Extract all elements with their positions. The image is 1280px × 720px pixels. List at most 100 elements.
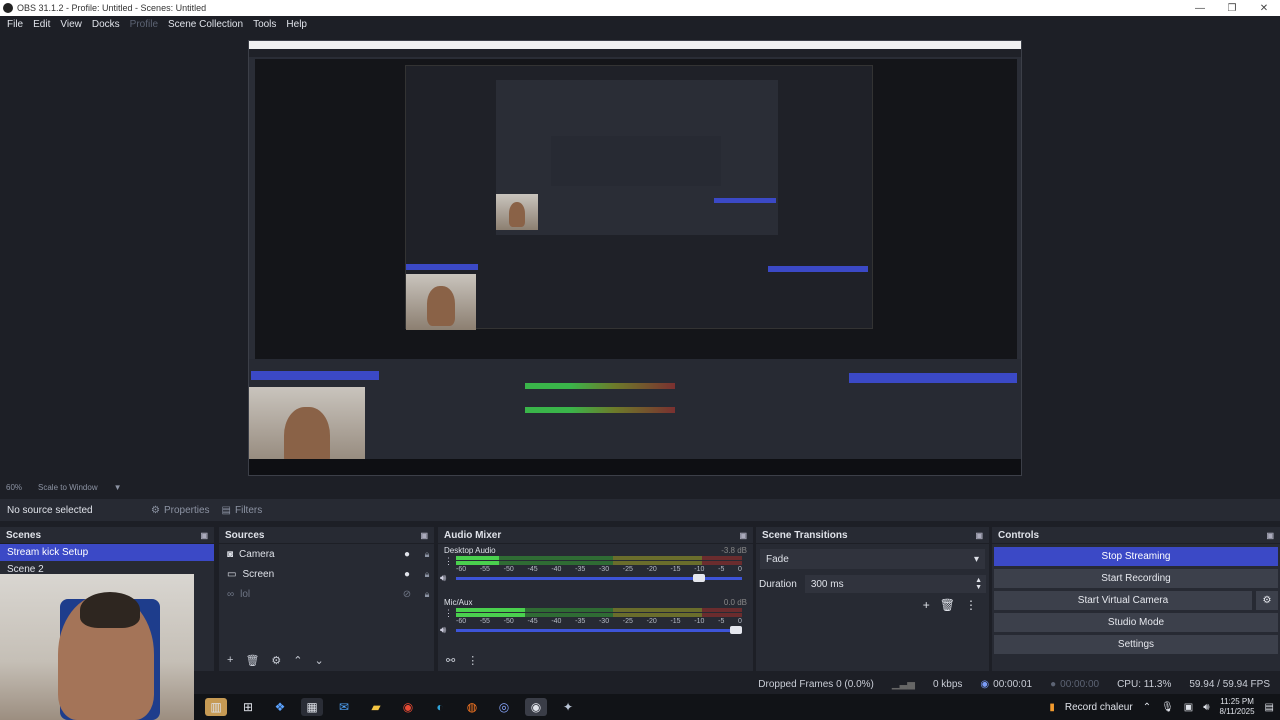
gear-icon[interactable]: ⚙ bbox=[1256, 591, 1278, 610]
menu-help[interactable]: Help bbox=[281, 19, 312, 30]
menu-view[interactable]: View bbox=[55, 19, 87, 30]
clock[interactable]: 11:25 PM 8/11/2025 bbox=[1220, 697, 1255, 717]
menu-scene-collection[interactable]: Scene Collection bbox=[163, 19, 248, 30]
browser-icon[interactable]: ◎ bbox=[493, 698, 515, 716]
popout-icon[interactable]: ▣ bbox=[200, 531, 208, 540]
scene-item[interactable]: Stream kick Setup bbox=[0, 544, 214, 561]
audio-mixer-dock: Audio Mixer ▣ Desktop Audio -3.8 dB ⋮ -60 -… bbox=[438, 527, 753, 671]
source-row[interactable]: ∞ lol ⊘ 🔒︎ bbox=[219, 584, 434, 604]
scale-tick: 0 bbox=[738, 566, 742, 573]
stop-streaming-button[interactable]: Stop Streaming bbox=[994, 547, 1278, 566]
eye-icon[interactable]: ● bbox=[400, 549, 414, 560]
volume-slider[interactable] bbox=[456, 626, 742, 634]
menu-edit[interactable]: Edit bbox=[28, 19, 55, 30]
notifications-icon[interactable]: ▤ bbox=[1265, 702, 1274, 713]
network-icon[interactable]: ▣ bbox=[1184, 702, 1193, 713]
source-row[interactable]: ◙ Camera ● 🔒︎ bbox=[219, 544, 434, 564]
kebab-menu-icon[interactable]: ⋮ bbox=[444, 608, 453, 619]
gear-icon[interactable]: ⚙ bbox=[271, 654, 281, 667]
link-icon[interactable]: ⚯ bbox=[446, 654, 455, 667]
settings-button[interactable]: Settings bbox=[994, 635, 1278, 654]
edge-icon[interactable]: ◐ bbox=[429, 698, 451, 716]
mixer-channel: Desktop Audio -3.8 dB ⋮ -60 -55 -50 -45 -40 -3… bbox=[438, 544, 753, 596]
eye-hidden-icon[interactable]: ⊘ bbox=[400, 589, 414, 600]
arrow-up-icon[interactable]: ⌃ bbox=[293, 654, 302, 667]
notification-text[interactable]: Record chaleur bbox=[1065, 702, 1133, 713]
scale-tick: -60 bbox=[456, 566, 467, 573]
popout-icon[interactable]: ▣ bbox=[739, 531, 747, 540]
menu-profile[interactable]: Profile bbox=[125, 19, 163, 30]
mixer-toolbar: ⚯ ⋮ bbox=[438, 649, 753, 671]
popout-icon[interactable]: ▣ bbox=[420, 531, 428, 540]
meter-level bbox=[456, 561, 499, 565]
kebab-menu-icon[interactable]: ⋮ bbox=[444, 556, 453, 567]
spin-arrows-icon[interactable]: ▲ ▼ bbox=[975, 577, 982, 591]
channel-db: 0.0 dB bbox=[723, 598, 747, 607]
studio-mode-button[interactable]: Studio Mode bbox=[994, 613, 1278, 632]
store-icon[interactable]: ▦ bbox=[301, 698, 323, 716]
task-view-icon[interactable]: ⊞ bbox=[237, 698, 259, 716]
folder-icon[interactable]: ▰ bbox=[365, 698, 387, 716]
kebab-menu-icon[interactable]: ⋮ bbox=[467, 654, 478, 667]
add-icon[interactable]: + bbox=[227, 654, 233, 666]
meter-segment bbox=[701, 613, 742, 617]
meter-segment bbox=[613, 561, 702, 565]
lock-icon[interactable]: 🔒︎ bbox=[420, 589, 434, 600]
minimize-button[interactable]: — bbox=[1184, 3, 1216, 14]
trash-icon[interactable]: 🗑︎ bbox=[245, 654, 259, 667]
arrow-down-icon[interactable]: ⌄ bbox=[315, 654, 324, 667]
speaker-icon[interactable]: 🔊︎ bbox=[440, 573, 446, 584]
start-virtual-camera-button[interactable]: Start Virtual Camera bbox=[994, 591, 1252, 610]
copilot-icon[interactable]: ❖ bbox=[269, 698, 291, 716]
volume-knob[interactable] bbox=[692, 574, 705, 582]
trash-icon[interactable]: 🗑︎ bbox=[940, 598, 955, 612]
properties-button[interactable]: ⚙ Properties bbox=[145, 505, 216, 516]
add-icon[interactable]: + bbox=[923, 598, 930, 612]
close-button[interactable]: ✕ bbox=[1248, 3, 1280, 14]
obs-icon[interactable]: ◉ bbox=[525, 698, 547, 716]
zoom-mode[interactable]: Scale to Window bbox=[38, 483, 98, 492]
chrome-icon[interactable]: ◉ bbox=[397, 698, 419, 716]
lock-icon[interactable]: 🔒︎ bbox=[420, 549, 434, 560]
channel-db: -3.8 dB bbox=[721, 546, 747, 555]
sources-dock: Sources ▣ ◙ Camera ● 🔒︎ ▭ Screen ● 🔒︎ ∞ l… bbox=[219, 527, 434, 671]
mixer-title: Audio Mixer bbox=[444, 529, 502, 541]
speaker-icon[interactable]: 🔊︎ bbox=[440, 625, 446, 636]
meter-segment bbox=[613, 556, 702, 560]
meter-scale: -60 -55 -50 -45 -40 -35 -30 -25 -20 -15 -10 -5 0 bbox=[456, 566, 742, 573]
monitor-icon: ▭ bbox=[227, 568, 237, 580]
scale-tick: -30 bbox=[598, 618, 610, 625]
mail-icon[interactable]: ✉ bbox=[333, 698, 355, 716]
popout-icon[interactable]: ▣ bbox=[1266, 531, 1274, 540]
maximize-button[interactable]: ❐ bbox=[1216, 3, 1248, 14]
steam-icon[interactable]: ✦ bbox=[557, 698, 579, 716]
kebab-menu-icon[interactable]: ⋮ bbox=[965, 598, 977, 612]
start-recording-button[interactable]: Start Recording bbox=[994, 569, 1278, 588]
popout-icon[interactable]: ▣ bbox=[975, 531, 983, 540]
transition-select[interactable]: Fade ▾ bbox=[760, 549, 985, 569]
duration-input[interactable]: 300 ms ▲ ▼ bbox=[804, 575, 986, 593]
filters-button[interactable]: ▤ Filters bbox=[216, 505, 269, 516]
meter-segment bbox=[701, 561, 742, 565]
volume-icon[interactable]: 🔊︎ bbox=[1203, 702, 1209, 713]
menu-tools[interactable]: Tools bbox=[248, 19, 281, 30]
signal-icon: ▁▃▅ bbox=[891, 678, 915, 690]
zoom-dropdown-icon[interactable]: ▼ bbox=[114, 483, 122, 492]
eye-icon[interactable]: ● bbox=[400, 569, 414, 580]
chevron-up-icon[interactable]: ⌃ bbox=[1143, 702, 1151, 713]
channel-name: Mic/Aux bbox=[444, 598, 473, 607]
volume-knob[interactable] bbox=[730, 626, 742, 634]
app-icon[interactable]: ▥ bbox=[205, 698, 227, 716]
firefox-icon[interactable]: ◍ bbox=[461, 698, 483, 716]
microphone-icon[interactable]: 🎙︎ bbox=[1161, 702, 1174, 713]
scale-tick: -55 bbox=[479, 566, 490, 573]
scale-tick: -15 bbox=[670, 566, 681, 573]
menu-docks[interactable]: Docks bbox=[87, 19, 125, 30]
lock-icon[interactable]: 🔒︎ bbox=[420, 569, 434, 580]
scale-tick: -55 bbox=[479, 618, 490, 625]
volume-slider[interactable] bbox=[456, 574, 742, 582]
controls-dock: Controls ▣ Stop Streaming Start Recording… bbox=[992, 527, 1280, 671]
zoom-percent[interactable]: 60% bbox=[6, 483, 22, 492]
menu-file[interactable]: File bbox=[2, 19, 28, 30]
source-row[interactable]: ▭ Screen ● 🔒︎ bbox=[219, 564, 434, 584]
